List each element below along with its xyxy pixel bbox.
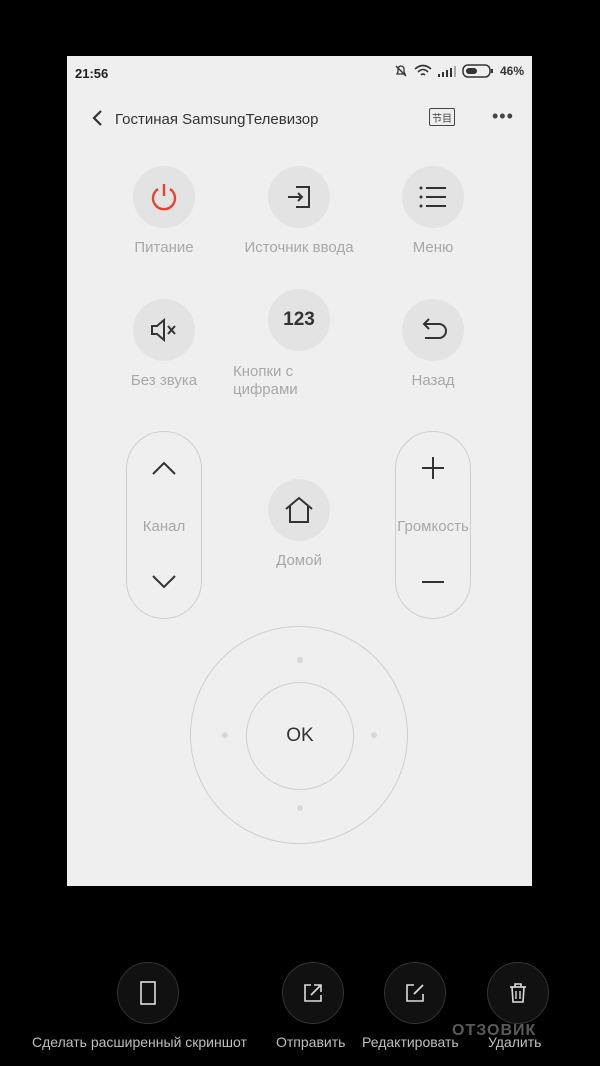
dpad-up-dot[interactable] xyxy=(297,657,303,663)
share-button[interactable] xyxy=(282,962,344,1024)
numbers-label: Кнопки с цифрами xyxy=(233,363,298,399)
numbers-button[interactable]: 123 xyxy=(268,289,330,351)
extended-screenshot-label: Сделать расширенный скриншот xyxy=(32,1034,247,1050)
numbers-label-line2: цифрами xyxy=(233,381,298,398)
battery-icon xyxy=(462,64,493,78)
dpad-down-dot[interactable] xyxy=(297,805,303,811)
volume-label: Громкость xyxy=(397,518,469,535)
header: Гостиная SamsungТелевизор 节目 ••• xyxy=(67,100,532,136)
phone-screen: 21:56 46% Гостиная SamsungТелевизор 节目 •… xyxy=(67,56,532,886)
channel-label: Канал xyxy=(142,518,186,535)
status-time: 21:56 xyxy=(75,66,109,81)
channel-down-button[interactable] xyxy=(127,562,201,602)
menu-button[interactable] xyxy=(402,166,464,228)
power-button[interactable] xyxy=(133,166,195,228)
wifi-icon xyxy=(414,64,432,76)
chevron-down-icon xyxy=(152,575,176,589)
return-arrow-icon xyxy=(422,318,447,339)
return-button[interactable] xyxy=(402,299,464,361)
edit-button[interactable] xyxy=(384,962,446,1024)
volume-rocker: Громкость xyxy=(395,431,471,619)
channel-rocker: Канал xyxy=(126,431,202,619)
share-icon xyxy=(304,984,322,1002)
minus-icon xyxy=(422,581,444,583)
mute-button[interactable] xyxy=(133,299,195,361)
channel-up-button[interactable] xyxy=(127,448,201,488)
input-source-label: Источник ввода xyxy=(244,239,354,256)
input-source-icon xyxy=(288,186,310,208)
numbers-label-line1: Кнопки с xyxy=(233,363,294,380)
ok-button[interactable]: OK xyxy=(246,682,354,790)
battery-percent: 46% xyxy=(499,64,524,78)
edit-label: Редактировать xyxy=(362,1034,459,1050)
silent-bell-icon xyxy=(395,65,407,77)
plus-icon xyxy=(422,457,444,479)
extended-screenshot-button[interactable] xyxy=(117,962,179,1024)
dpad-right-dot[interactable] xyxy=(371,732,377,738)
numbers-icon: 123 xyxy=(283,309,315,330)
volume-down-button[interactable] xyxy=(396,562,470,602)
watermark: ОТЗОВИК xyxy=(452,1022,537,1039)
menu-label: Меню xyxy=(412,239,454,256)
mute-label: Без звука xyxy=(130,372,198,389)
page-title: Гостиная SamsungТелевизор xyxy=(115,111,319,128)
back-chevron-icon[interactable] xyxy=(87,106,107,130)
share-label: Отправить xyxy=(276,1034,346,1050)
input-source-button[interactable] xyxy=(268,166,330,228)
edit-icon xyxy=(406,984,424,1002)
tv-guide-button[interactable]: 节目 xyxy=(429,108,455,126)
power-label: Питание xyxy=(134,239,194,256)
more-options-icon[interactable]: ••• xyxy=(492,106,514,127)
signal-icon xyxy=(437,66,456,77)
home-button[interactable] xyxy=(268,479,330,541)
trash-icon xyxy=(510,983,526,1003)
mute-icon xyxy=(151,317,176,343)
power-icon xyxy=(151,184,177,211)
dpad-left-dot[interactable] xyxy=(222,732,228,738)
dpad[interactable]: OK xyxy=(190,626,408,844)
volume-up-button[interactable] xyxy=(396,448,470,488)
status-icons: 46% xyxy=(394,64,524,78)
return-label: Назад xyxy=(411,372,455,389)
home-icon xyxy=(285,496,313,523)
chevron-up-icon xyxy=(152,461,176,475)
home-label: Домой xyxy=(276,552,322,569)
phone-outline-icon xyxy=(140,981,156,1005)
delete-button[interactable] xyxy=(487,962,549,1024)
menu-list-icon xyxy=(419,186,446,208)
status-bar: 21:56 46% xyxy=(67,56,532,92)
